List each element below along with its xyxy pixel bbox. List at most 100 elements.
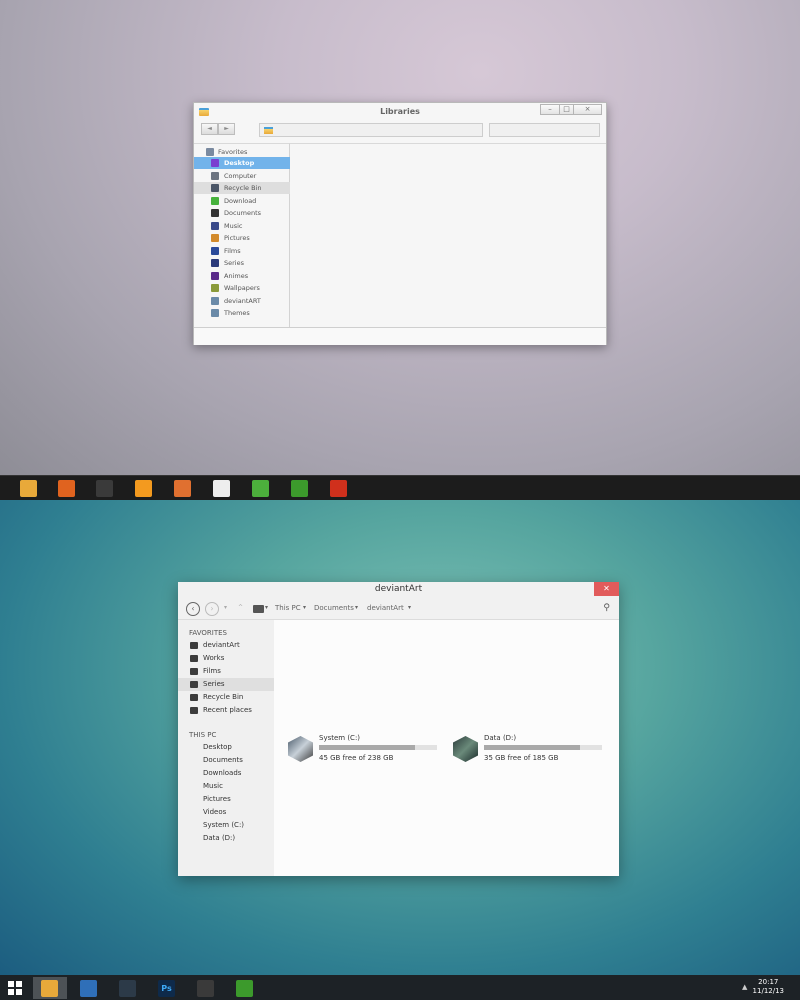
nav-item-label: Computer — [224, 171, 257, 180]
photoshop-app-icon: Ps — [158, 980, 175, 997]
nav-item[interactable]: Pictures — [194, 232, 290, 244]
drive-usage-bar — [484, 745, 602, 750]
mail-app-icon[interactable] — [213, 480, 230, 497]
this-pc-item[interactable]: Music — [178, 780, 274, 793]
title-bar[interactable]: Libraries – □ × — [194, 103, 606, 121]
taskbar-button[interactable]: Ps — [150, 977, 184, 999]
nav-item[interactable]: Recycle Bin — [194, 182, 290, 194]
explorer-app-icon[interactable] — [20, 480, 37, 497]
clock-date: 11/12/13 — [752, 987, 784, 995]
this-pc-item[interactable]: Pictures — [178, 793, 274, 806]
computer-icon — [211, 171, 219, 180]
windows-logo-icon — [16, 989, 22, 995]
recent-locations-button[interactable]: ▾ — [224, 604, 227, 611]
nav-item[interactable]: Films — [178, 665, 274, 678]
utorrent-app-icon[interactable] — [291, 480, 308, 497]
breadcrumb-arrow[interactable]: ▾ — [408, 604, 411, 611]
search-input[interactable] — [489, 123, 600, 137]
foobar-app-icon[interactable] — [96, 480, 113, 497]
windows-logo-icon — [8, 981, 14, 987]
nav-item-label: Desktop — [224, 159, 255, 167]
nav-item[interactable]: Works — [178, 652, 274, 665]
favorites-header: FAVORITES — [189, 629, 227, 637]
explorer-app-icon — [41, 980, 58, 997]
series-icon — [190, 681, 198, 688]
search-icon[interactable]: ⚲ — [603, 603, 610, 613]
data-drive-icon — [453, 736, 478, 762]
taskbar-button[interactable] — [111, 977, 145, 999]
breadcrumb-documents[interactable]: Documents — [314, 604, 354, 612]
nav-item[interactable]: Recent places — [178, 704, 274, 717]
content-pane[interactable] — [290, 143, 606, 327]
nav-item-label: Recent places — [203, 706, 252, 714]
up-button[interactable]: ^ — [238, 604, 243, 611]
nav-item[interactable]: Documents — [194, 207, 290, 219]
firefox-app-icon[interactable] — [58, 480, 75, 497]
nav-item[interactable]: Music — [194, 220, 290, 232]
this-pc-item[interactable]: Videos — [178, 806, 274, 819]
address-bar[interactable] — [259, 123, 483, 137]
nav-item[interactable]: Series — [178, 678, 274, 691]
nav-item[interactable]: Recycle Bin — [178, 691, 274, 704]
nav-item[interactable]: Wallpapers — [194, 282, 290, 294]
nav-item-label: Music — [224, 221, 243, 230]
taskbar-button[interactable] — [72, 977, 106, 999]
animes-icon — [211, 271, 219, 280]
forward-button[interactable]: › — [205, 602, 219, 616]
drive-usage-bar — [319, 745, 437, 750]
nav-item[interactable]: deviantART — [194, 295, 290, 307]
close-button[interactable]: ✕ — [594, 582, 619, 596]
this-pc-item[interactable]: System (C:) — [178, 819, 274, 832]
photo-viewer-app-icon[interactable] — [174, 480, 191, 497]
breadcrumb-arrow[interactable]: ▾ — [303, 604, 306, 611]
drive-tile[interactable]: Data (D:) 35 GB free of 185 GB — [453, 734, 613, 768]
maximize-button[interactable]: □ — [559, 104, 574, 115]
downloader-app-icon[interactable] — [330, 480, 347, 497]
clock[interactable]: 20:17 11/12/13 — [753, 978, 784, 996]
start-button[interactable] — [8, 981, 22, 995]
back-button[interactable]: ◄ — [201, 123, 218, 135]
breadcrumb-this-pc[interactable]: This PC — [275, 604, 301, 612]
nav-item-label: Themes — [224, 309, 250, 317]
back-button[interactable]: ‹ — [186, 602, 200, 616]
nav-item[interactable]: Computer — [194, 170, 290, 182]
nav-item[interactable]: Series — [194, 257, 290, 269]
forward-button[interactable]: ► — [218, 123, 235, 135]
nav-item-label: Download — [224, 196, 257, 205]
show-hidden-icons-button[interactable]: ▲ — [742, 983, 747, 991]
music-icon — [211, 221, 219, 230]
bottom-desktop-wallpaper: deviantArt ✕ ‹ › ▾ ^ ▾ This PC ▾ Documen… — [0, 500, 800, 975]
media-player-app-icon[interactable] — [135, 480, 152, 497]
nav-item[interactable]: Films — [194, 245, 290, 257]
drive-usage-fill — [484, 745, 580, 750]
this-pc-item[interactable]: Documents — [178, 754, 274, 767]
folder-icon — [264, 127, 273, 134]
recycle-bin-icon — [190, 694, 198, 701]
drive-tile[interactable]: System (C:) 45 GB free of 238 GB — [288, 734, 448, 768]
windows-logo-icon — [16, 981, 22, 987]
taskbar-button[interactable] — [228, 977, 262, 999]
taskbar-button[interactable] — [33, 977, 67, 999]
drive-free-space: 45 GB free of 238 GB — [319, 754, 394, 762]
title-bar[interactable]: deviantArt ✕ — [178, 582, 619, 598]
firefox-app-icon — [80, 980, 97, 997]
breadcrumb-arrow[interactable]: ▾ — [355, 604, 358, 611]
minimize-button[interactable]: – — [540, 104, 560, 115]
nav-item[interactable]: Animes — [194, 270, 290, 282]
nav-item[interactable]: Desktop — [194, 157, 290, 169]
nav-item-label: Films — [224, 246, 241, 255]
taskbar-button[interactable] — [189, 977, 223, 999]
content-pane[interactable]: System (C:) 45 GB free of 238 GB Data (D:)… — [274, 620, 619, 876]
close-button[interactable]: × — [573, 104, 602, 115]
this-pc-item[interactable]: Desktop — [178, 741, 274, 754]
this-pc-item[interactable]: Data (D:) — [178, 832, 274, 845]
breadcrumb-arrow[interactable]: ▾ — [265, 604, 268, 611]
nav-item[interactable]: Themes — [194, 307, 290, 319]
this-pc-item[interactable]: Downloads — [178, 767, 274, 780]
recycle-bin-icon — [211, 184, 219, 192]
recent-places-icon — [190, 707, 198, 714]
nav-item[interactable]: Download — [194, 195, 290, 207]
breadcrumb-deviantart[interactable]: deviantArt — [367, 604, 404, 612]
nav-item[interactable]: deviantArt — [178, 639, 274, 652]
maps-app-icon[interactable] — [252, 480, 269, 497]
